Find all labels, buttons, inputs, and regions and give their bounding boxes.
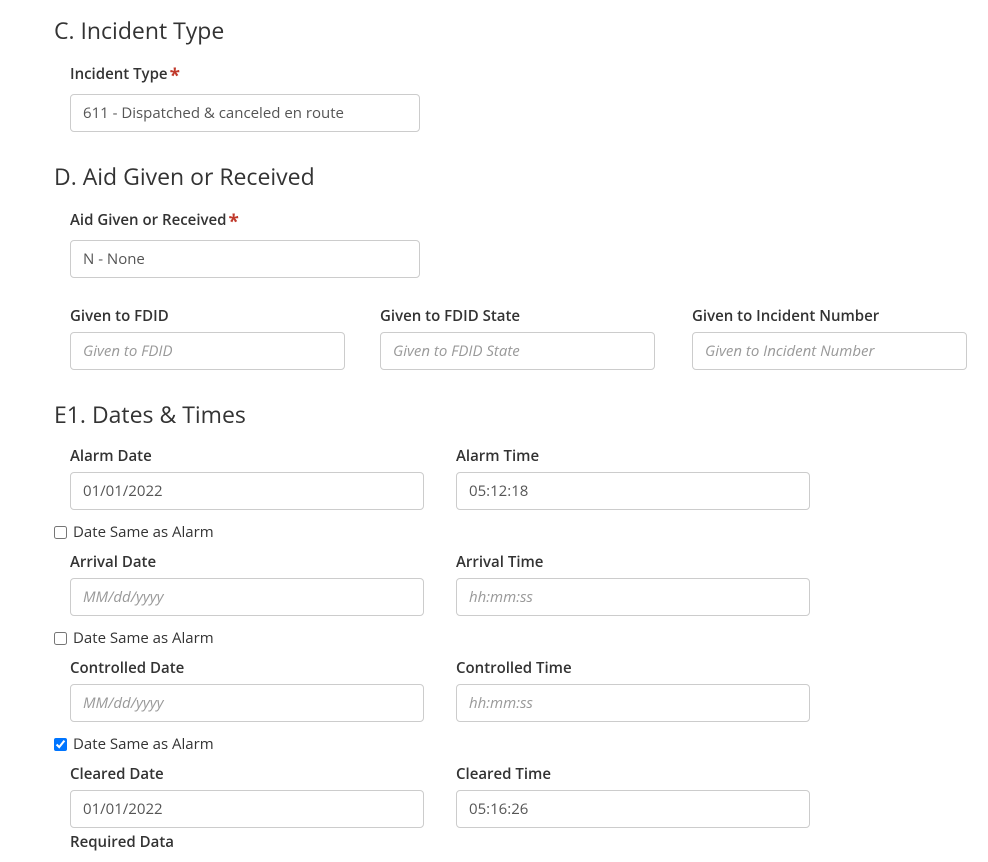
alarm-time-input[interactable] bbox=[456, 472, 810, 510]
required-data-note: Required Data bbox=[70, 832, 978, 852]
section-d-heading: D. Aid Given or Received bbox=[54, 160, 978, 192]
given-to-fdid-label: Given to FDID bbox=[70, 306, 380, 326]
required-asterisk-icon: * bbox=[170, 62, 180, 88]
required-asterisk-icon: * bbox=[229, 208, 239, 234]
controlled-date-input[interactable] bbox=[70, 684, 424, 722]
cleared-date-label: Cleared Date bbox=[70, 764, 456, 784]
given-to-incident-number-label: Given to Incident Number bbox=[692, 306, 968, 326]
given-to-fdid-input[interactable] bbox=[70, 332, 345, 370]
controlled-time-label: Controlled Time bbox=[456, 658, 842, 678]
cleared-same-as-alarm-checkbox[interactable] bbox=[54, 738, 67, 751]
aid-input[interactable] bbox=[70, 240, 420, 278]
cleared-time-input[interactable] bbox=[456, 790, 810, 828]
cleared-time-label: Cleared Time bbox=[456, 764, 842, 784]
alarm-date-input[interactable] bbox=[70, 472, 424, 510]
arrival-date-input[interactable] bbox=[70, 578, 424, 616]
aid-label: Aid Given or Received* bbox=[70, 208, 978, 234]
controlled-time-input[interactable] bbox=[456, 684, 810, 722]
alarm-time-label: Alarm Time bbox=[456, 446, 842, 466]
controlled-same-as-alarm-label: Date Same as Alarm bbox=[73, 628, 214, 648]
cleared-date-input[interactable] bbox=[70, 790, 424, 828]
controlled-date-label: Controlled Date bbox=[70, 658, 456, 678]
section-e1-heading: E1. Dates & Times bbox=[54, 398, 978, 430]
arrival-time-label: Arrival Time bbox=[456, 552, 842, 572]
incident-type-input[interactable] bbox=[70, 94, 420, 132]
arrival-same-as-alarm-label: Date Same as Alarm bbox=[73, 522, 214, 542]
arrival-time-input[interactable] bbox=[456, 578, 810, 616]
incident-type-label: Incident Type* bbox=[70, 62, 978, 88]
arrival-date-label: Arrival Date bbox=[70, 552, 456, 572]
section-c-heading: C. Incident Type bbox=[54, 14, 978, 46]
arrival-same-as-alarm-checkbox[interactable] bbox=[54, 526, 67, 539]
controlled-same-as-alarm-checkbox[interactable] bbox=[54, 632, 67, 645]
cleared-same-as-alarm-label: Date Same as Alarm bbox=[73, 734, 214, 754]
given-to-fdid-state-input[interactable] bbox=[380, 332, 655, 370]
given-to-incident-number-input[interactable] bbox=[692, 332, 967, 370]
alarm-date-label: Alarm Date bbox=[70, 446, 456, 466]
given-to-fdid-state-label: Given to FDID State bbox=[380, 306, 692, 326]
